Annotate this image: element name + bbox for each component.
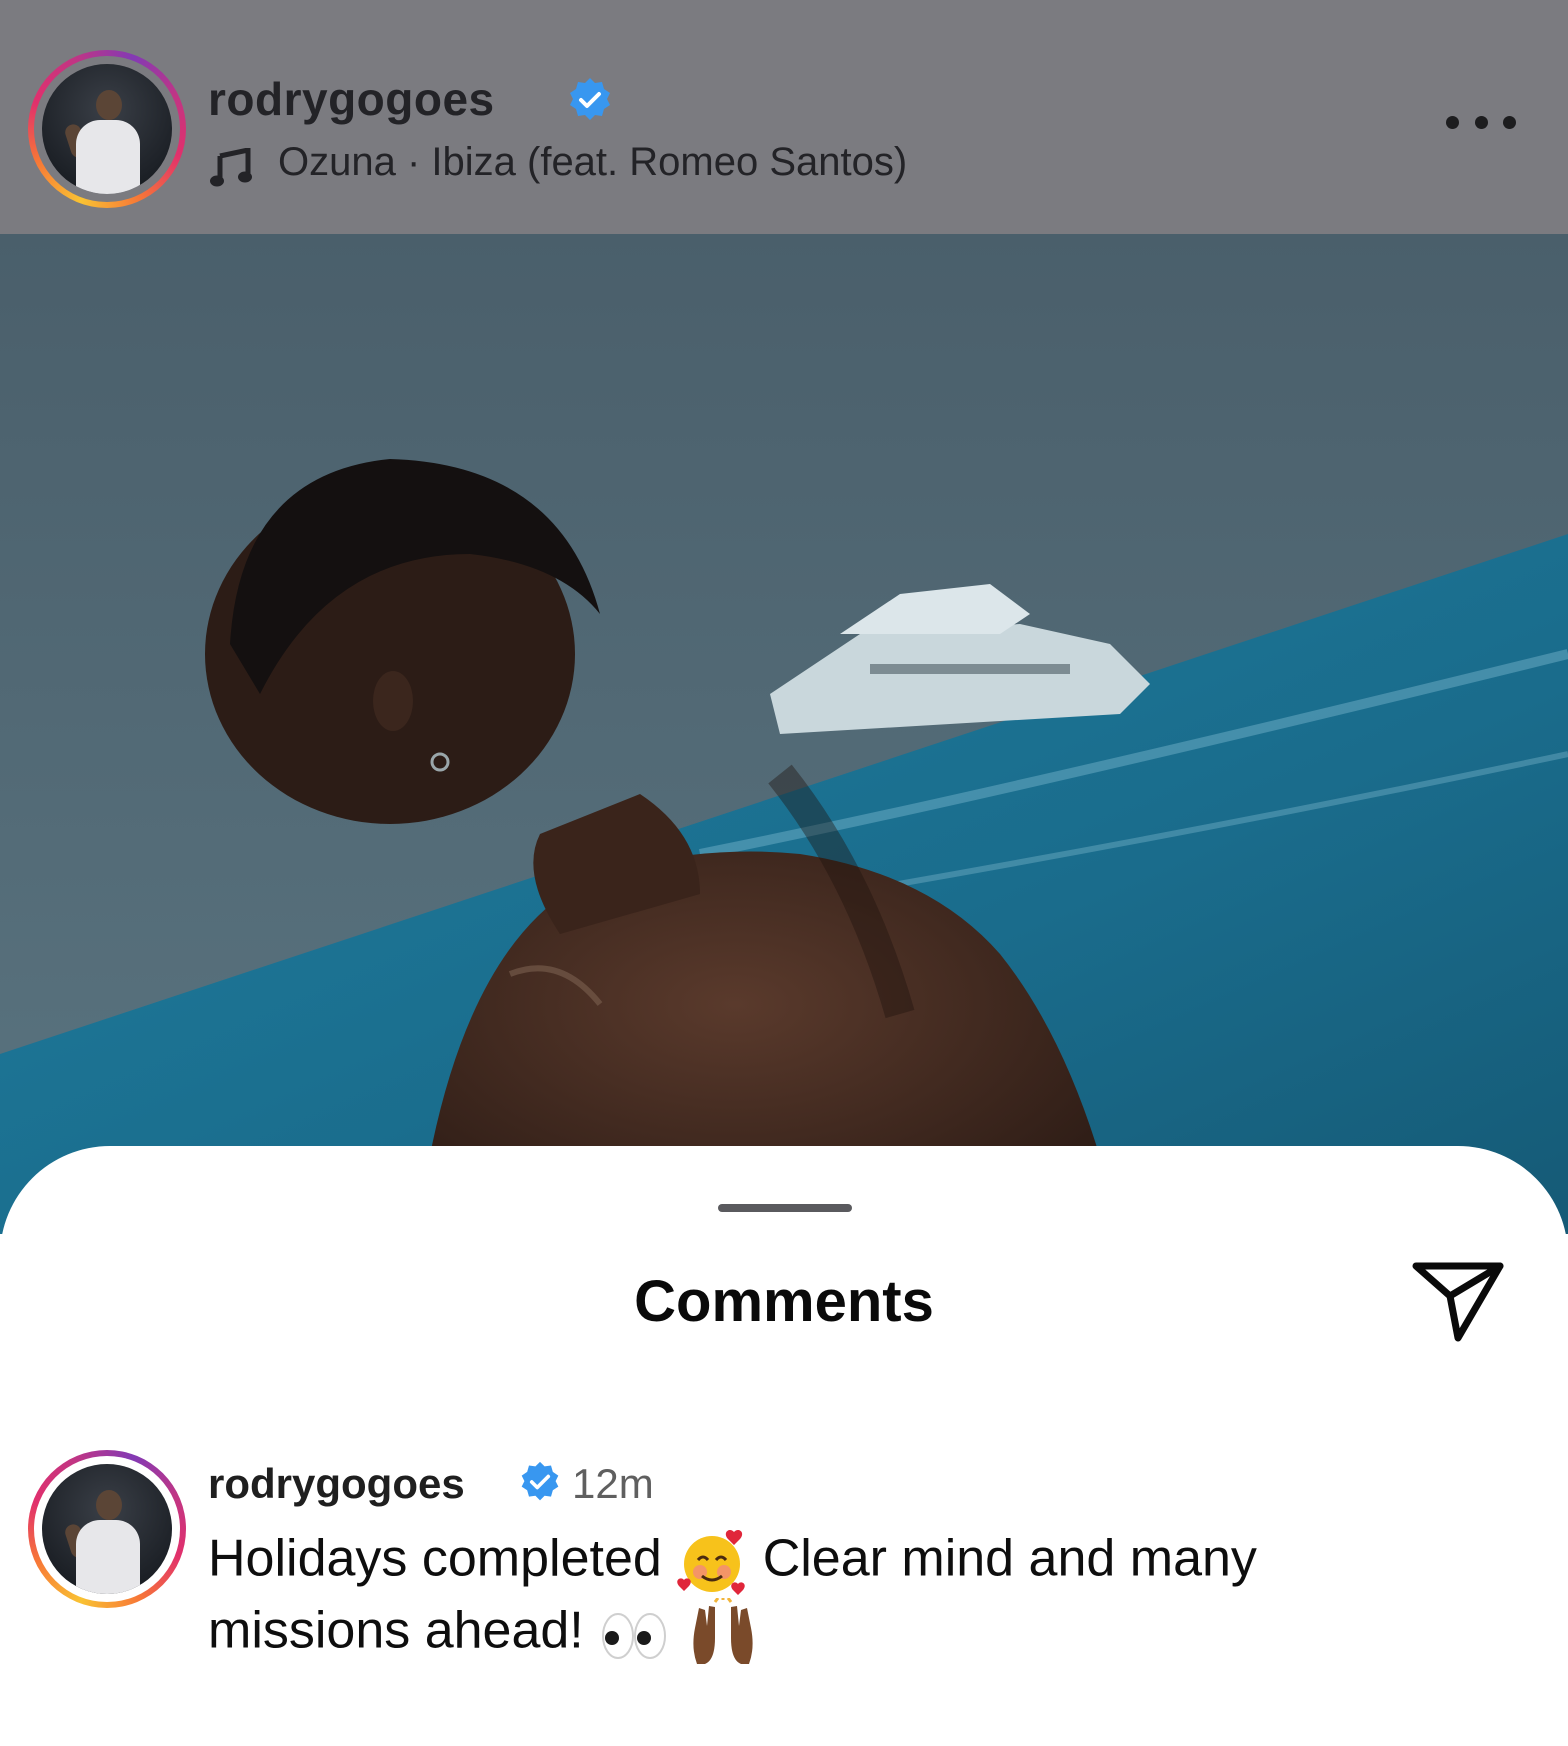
music-label[interactable]: Ozuna · Ibiza (feat. Romeo Santos) <box>278 140 907 185</box>
comment-text-part2: Clear mind and many <box>762 1529 1257 1588</box>
comment-timestamp: 12m <box>572 1460 654 1507</box>
eyes-icon <box>602 1613 667 1659</box>
raising-hands-icon <box>693 1598 753 1664</box>
comment-body: Holidays completed Clear mind and many m… <box>208 1526 1508 1670</box>
comments-title: Comments <box>634 1269 934 1334</box>
comment-username[interactable]: rodrygogoes <box>208 1460 465 1508</box>
post-username[interactable]: rodrygogoes <box>208 72 495 126</box>
comment-text-part1: Holidays completed <box>208 1529 662 1588</box>
comment-text-part3: missions ahead! <box>208 1601 584 1660</box>
send-icon[interactable] <box>1410 1258 1506 1344</box>
post-image[interactable] <box>0 234 1568 1234</box>
comment-avatar[interactable] <box>28 1450 186 1608</box>
verified-badge-icon <box>570 78 610 120</box>
verified-badge-icon <box>521 1461 559 1501</box>
more-options-icon[interactable] <box>1446 110 1516 134</box>
profile-avatar[interactable] <box>28 50 186 208</box>
music-note-icon <box>210 148 252 187</box>
smiling-face-with-hearts-icon <box>677 1529 745 1595</box>
sheet-grabber[interactable] <box>718 1204 852 1212</box>
